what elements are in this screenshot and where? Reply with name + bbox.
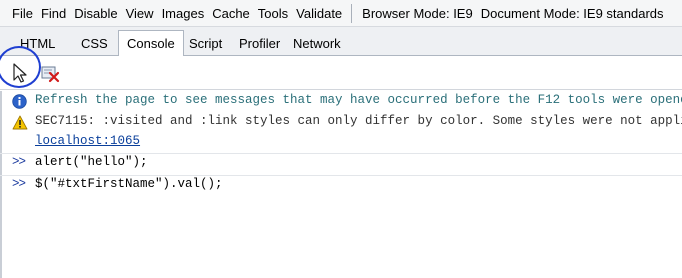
console-input-row[interactable]: >> $("#txtFirstName").val();	[0, 176, 682, 197]
console-output[interactable]: Refresh the page to see messages that ma…	[0, 91, 682, 278]
menu-find[interactable]: Find	[37, 0, 70, 26]
tab-bar: HTML CSS Console Script Profiler Network	[0, 27, 682, 56]
console-info-message: Refresh the page to see messages that ma…	[0, 92, 682, 112]
warning-icon	[12, 115, 28, 134]
prompt-symbol: >>	[12, 155, 26, 169]
warning-message-text: SEC7115: :visited and :link styles can o…	[35, 114, 682, 128]
select-element-button[interactable]	[8, 61, 32, 85]
tab-console[interactable]: Console	[118, 30, 184, 56]
cursor-arrow-icon	[13, 63, 27, 83]
info-message-text: Refresh the page to see messages that ma…	[35, 93, 682, 107]
warning-source-link[interactable]: localhost:1065	[35, 134, 140, 148]
menu-cache[interactable]: Cache	[208, 0, 254, 26]
menu-view[interactable]: View	[122, 0, 158, 26]
menu-images[interactable]: Images	[158, 0, 209, 26]
menu-bar: File Find Disable View Images Cache Tool…	[0, 0, 682, 27]
console-warning-message: SEC7115: :visited and :link styles can o…	[0, 113, 682, 153]
menu-tools[interactable]: Tools	[254, 0, 292, 26]
document-mode-menu[interactable]: Document Mode: IE9 standards	[477, 6, 668, 21]
command-text: alert("hello");	[35, 155, 148, 169]
clear-console-icon	[41, 66, 60, 83]
tab-css[interactable]: CSS	[73, 31, 116, 56]
prompt-symbol: >>	[12, 177, 26, 191]
tab-html[interactable]: HTML	[12, 31, 63, 56]
tab-network[interactable]: Network	[285, 31, 349, 56]
tab-profiler[interactable]: Profiler	[231, 31, 288, 56]
console-command-row: >> alert("hello");	[0, 154, 682, 175]
menu-file[interactable]: File	[0, 0, 37, 26]
clear-console-button[interactable]	[41, 65, 61, 83]
info-icon	[12, 94, 27, 112]
tab-script[interactable]: Script	[181, 31, 230, 56]
menu-validate[interactable]: Validate	[292, 0, 346, 26]
menu-disable[interactable]: Disable	[70, 0, 121, 26]
command-input-text[interactable]: $("#txtFirstName").val();	[35, 177, 223, 191]
browser-mode-menu[interactable]: Browser Mode: IE9	[358, 6, 477, 21]
menu-separator	[351, 3, 353, 23]
console-toolbar	[0, 46, 682, 90]
